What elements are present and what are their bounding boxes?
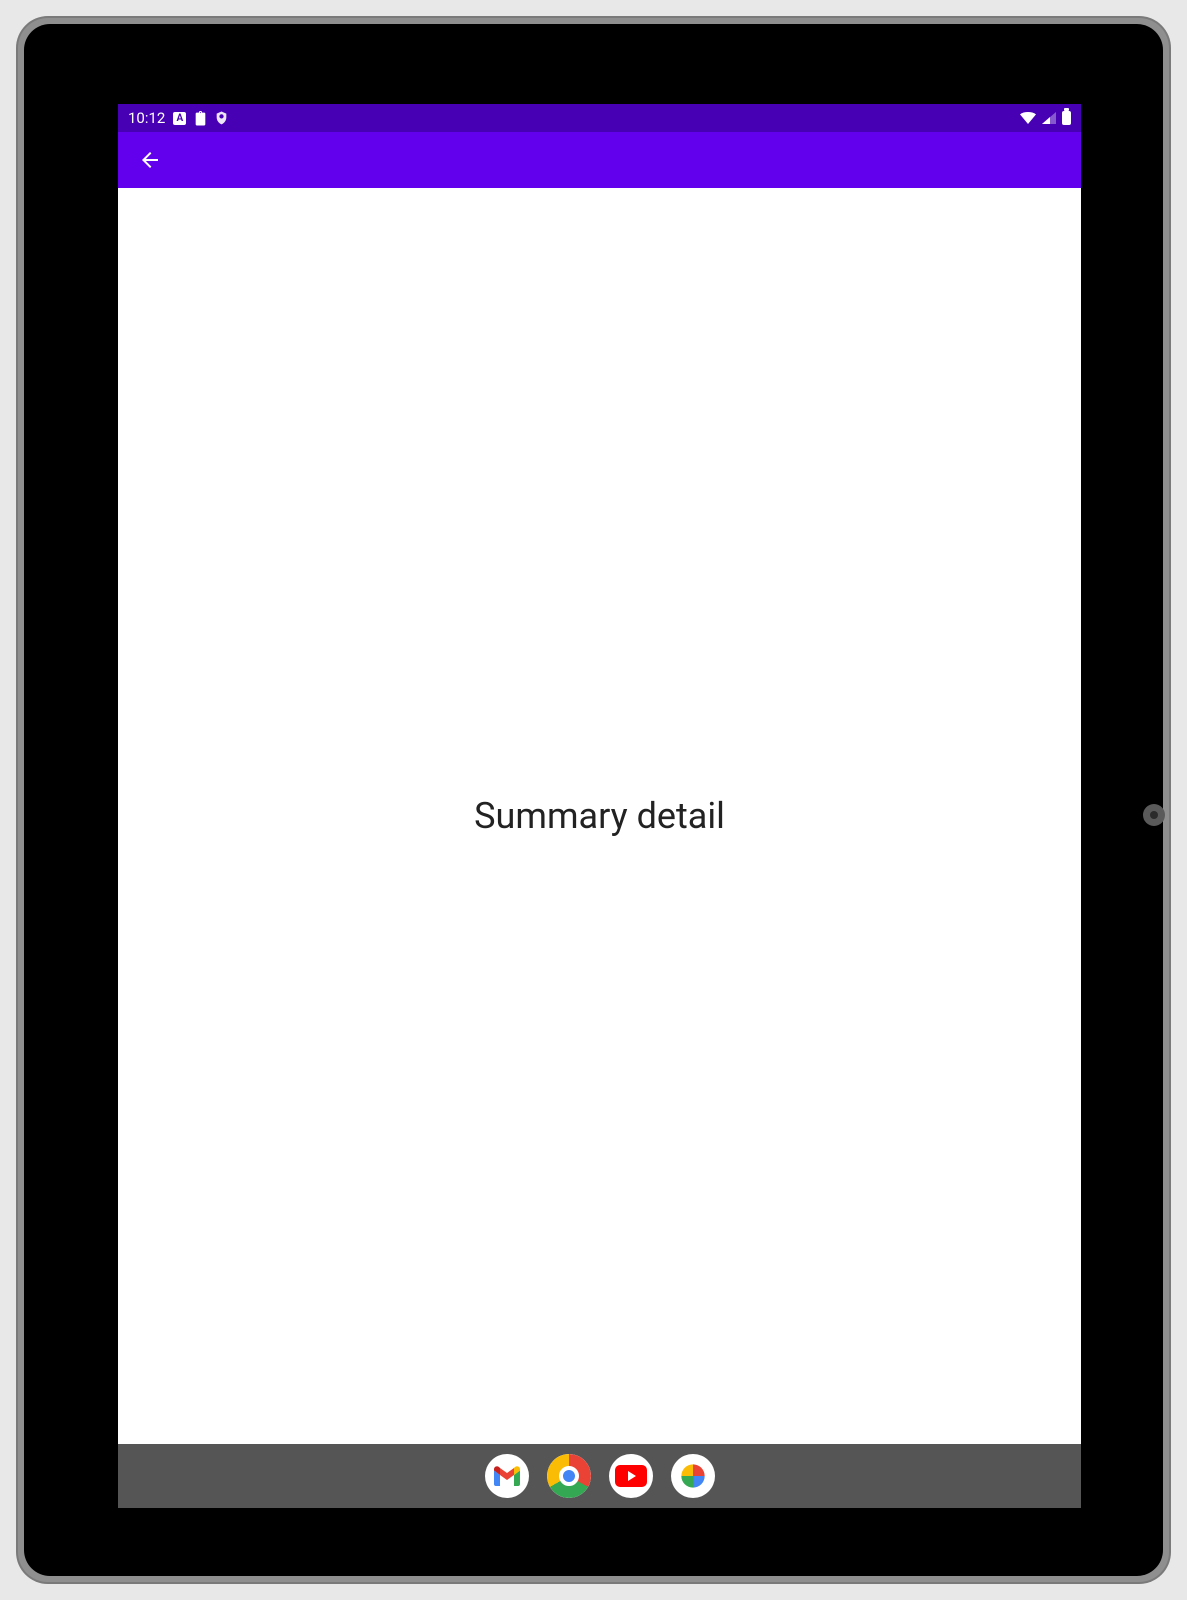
shield-icon bbox=[215, 111, 228, 126]
arrow-back-icon bbox=[138, 148, 162, 172]
wifi-icon bbox=[1020, 112, 1036, 124]
screen: 10:12 A bbox=[118, 104, 1081, 1508]
tablet-frame: 10:12 A bbox=[18, 18, 1169, 1582]
keyboard-a-icon: A bbox=[173, 112, 186, 125]
navigation-bar bbox=[118, 1444, 1081, 1508]
status-right bbox=[1020, 111, 1071, 125]
status-left: 10:12 A bbox=[128, 109, 228, 127]
tablet-bezel: 10:12 A bbox=[24, 24, 1163, 1576]
battery-icon bbox=[1062, 111, 1071, 125]
photos-icon bbox=[679, 1462, 707, 1490]
youtube-app-icon[interactable] bbox=[609, 1454, 653, 1498]
status-bar: 10:12 A bbox=[118, 104, 1081, 132]
gmail-icon bbox=[494, 1466, 520, 1486]
back-button[interactable] bbox=[130, 140, 170, 180]
clipboard-icon bbox=[194, 111, 207, 126]
photos-app-icon[interactable] bbox=[671, 1454, 715, 1498]
youtube-icon bbox=[615, 1465, 647, 1487]
chrome-app-icon[interactable] bbox=[547, 1454, 591, 1498]
page-title: Summary detail bbox=[474, 795, 725, 837]
gmail-app-icon[interactable] bbox=[485, 1454, 529, 1498]
signal-icon bbox=[1042, 112, 1056, 124]
app-bar bbox=[118, 132, 1081, 188]
camera-dot bbox=[1143, 804, 1165, 826]
status-time: 10:12 bbox=[128, 109, 165, 127]
content-area: Summary detail bbox=[118, 188, 1081, 1444]
chrome-icon bbox=[547, 1454, 591, 1498]
